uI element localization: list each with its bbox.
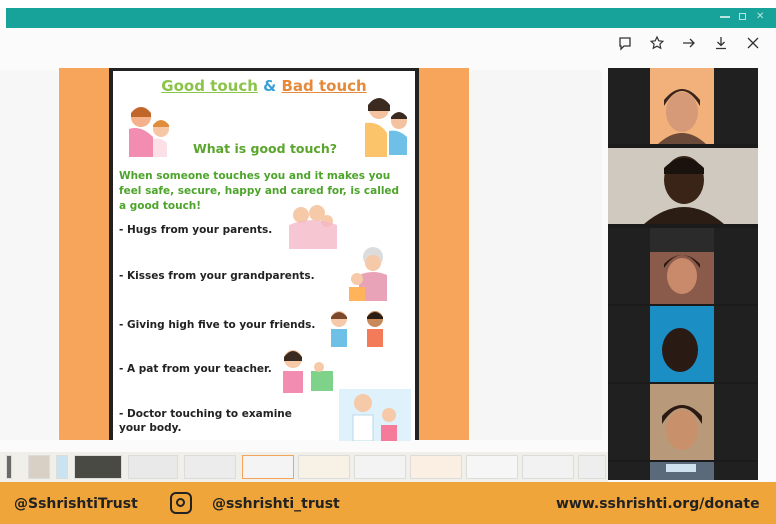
- meeting-title-bar: ✕: [6, 8, 776, 28]
- grandparent-kiss-illustration: [349, 247, 387, 301]
- slide-thumbnail-strip: [0, 452, 608, 482]
- thumbnail[interactable]: [522, 455, 574, 479]
- mother-child-illustration: [129, 107, 169, 157]
- donate-url[interactable]: www.sshrishti.org/donate: [556, 496, 760, 512]
- minimize-icon[interactable]: [720, 12, 730, 18]
- download-icon[interactable]: [712, 34, 730, 52]
- background-panel: [470, 70, 602, 440]
- screen: ✕ Good touch & Bad touch What is good to…: [0, 0, 776, 524]
- comment-icon[interactable]: [616, 34, 634, 52]
- participant-video: [650, 306, 714, 382]
- title-good-touch: Good touch: [161, 77, 258, 95]
- participant-video-tile[interactable]: [608, 462, 758, 480]
- star-icon[interactable]: [648, 34, 666, 52]
- poster-intro-text: When someone touches you and it makes yo…: [119, 170, 400, 212]
- background-panel: [0, 70, 58, 440]
- good-touch-item: - A pat from your teacher.: [119, 363, 272, 375]
- shared-slide: Good touch & Bad touch What is good touc…: [59, 68, 469, 441]
- poster-title: Good touch & Bad touch: [113, 77, 415, 95]
- participant-video: [650, 384, 714, 460]
- maximize-icon[interactable]: [739, 13, 746, 20]
- thumbnail[interactable]: [354, 455, 406, 479]
- footer-banner: @SshrishtiTrust @sshrishti_trust www.ssh…: [0, 482, 776, 524]
- window-top-edge: [0, 0, 776, 8]
- good-touch-item: - Hugs from your parents.: [119, 224, 273, 236]
- participant-video: [608, 148, 758, 224]
- arrow-right-icon[interactable]: [680, 34, 698, 52]
- teacher-pat-illustration: [283, 350, 333, 393]
- title-bad-touch: Bad touch: [281, 77, 367, 95]
- participant-video-tile[interactable]: [608, 148, 758, 224]
- participant-video-tile[interactable]: [608, 68, 758, 144]
- participant-gallery: [608, 68, 758, 480]
- thumbnail[interactable]: [28, 455, 50, 479]
- participant-video-tile[interactable]: [608, 306, 758, 382]
- twitter-handle: @SshrishtiTrust: [14, 496, 138, 512]
- thumbnail[interactable]: [298, 455, 350, 479]
- close-icon[interactable]: [744, 34, 762, 52]
- good-touch-item: - Giving high five to your friends.: [119, 319, 316, 331]
- window-close-icon[interactable]: ✕: [756, 12, 766, 22]
- title-ampersand: &: [263, 77, 277, 95]
- thumbnail[interactable]: [128, 455, 178, 479]
- instagram-icon: [170, 492, 192, 514]
- participant-video: [650, 462, 714, 480]
- viewer-toolbar: [616, 34, 762, 52]
- thumbnail[interactable]: [6, 455, 12, 479]
- participant-video: [650, 228, 714, 304]
- parents-hug-illustration: [289, 205, 337, 249]
- participant-video: [650, 68, 714, 144]
- doctor-illustration: [339, 389, 411, 441]
- thumbnail[interactable]: [74, 455, 122, 479]
- participant-video-tile[interactable]: [608, 384, 758, 460]
- thumbnail[interactable]: [578, 455, 606, 479]
- instagram-handle: @sshrishti_trust: [212, 496, 340, 512]
- thumbnail[interactable]: [410, 455, 462, 479]
- family-hug-illustration: [365, 98, 407, 157]
- good-touch-item: - Doctor touching to examine your body.: [119, 408, 292, 434]
- participant-video-tile[interactable]: [608, 228, 758, 304]
- thumbnail[interactable]: [56, 455, 68, 479]
- good-touch-item: - Kisses from your grandparents.: [119, 270, 315, 282]
- poster-subheading: What is good touch?: [193, 141, 337, 156]
- thumbnail[interactable]: [242, 455, 294, 479]
- thumbnail[interactable]: [466, 455, 518, 479]
- high-five-illustration: [331, 311, 383, 347]
- thumbnail[interactable]: [184, 455, 236, 479]
- poster: Good touch & Bad touch What is good touc…: [109, 68, 419, 441]
